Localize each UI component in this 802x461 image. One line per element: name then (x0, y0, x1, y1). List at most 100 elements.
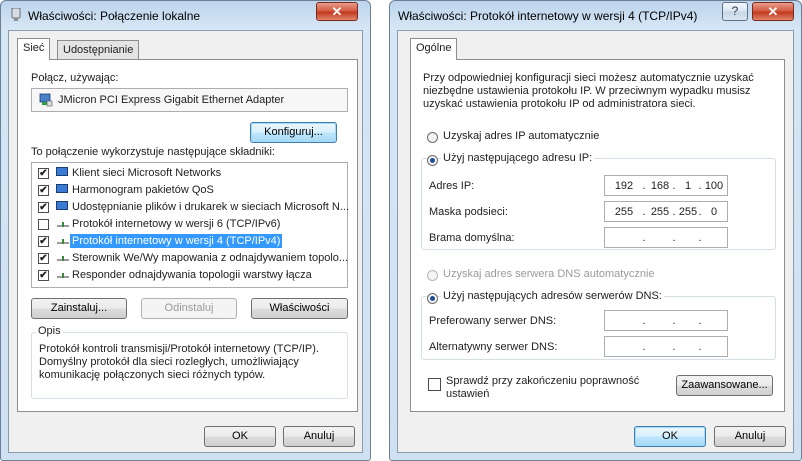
configure-button[interactable]: Konfiguruj... (250, 122, 337, 143)
component-label: Udostępnianie plików i drukarek w siecia… (72, 201, 349, 213)
ip-auto-label: Uzyskaj adres IP automatycznie (443, 130, 600, 142)
ip-octet: 192 (614, 180, 634, 192)
ip-address-input[interactable]: 192 . 168 . 1 . 100 (604, 175, 728, 196)
description-label: Opis (36, 325, 63, 337)
preferred-dns-input[interactable]: . . . (604, 310, 728, 331)
component-label: Klient sieci Microsoft Networks (72, 167, 222, 179)
component-checkbox[interactable]: ✔ (38, 202, 49, 213)
ok-button[interactable]: OK (204, 426, 276, 447)
ip-dot: . (672, 232, 676, 244)
list-item[interactable]: ✔ Harmonogram pakietów QoS (32, 183, 347, 199)
dialog-body: Sieć Udostępnianie Połącz, używając: JMi… (8, 30, 363, 453)
ip-manual-label: Użyj następującego adresu IP: (441, 152, 595, 164)
components-label: To połączenie wykorzystuje następujące s… (31, 146, 275, 158)
validate-settings-checkbox[interactable] (428, 378, 441, 391)
ip-auto-radio[interactable] (427, 132, 438, 143)
ip-octet: 0 (710, 206, 718, 218)
component-label: Harmonogram pakietów QoS (72, 184, 214, 196)
list-item[interactable]: ✔ Udostępnianie plików i drukarek w siec… (32, 200, 349, 216)
validate-settings-label: Sprawdź przy zakończeniu poprawność (446, 375, 640, 387)
component-label: Protokół internetowy w wersji 6 (TCP/IPv… (72, 218, 281, 230)
ip-dot: . (642, 341, 646, 353)
components-list[interactable]: ✔ Klient sieci Microsoft Networks ✔ Harm… (31, 162, 349, 288)
close-button[interactable]: ✕ (752, 2, 794, 21)
protocol-icon (57, 239, 69, 244)
gateway-input[interactable]: . . . (604, 227, 728, 248)
component-checkbox[interactable]: ✔ (38, 168, 49, 179)
ip-dot: . (672, 315, 676, 327)
connect-using-label: Połącz, używając: (31, 72, 119, 84)
help-icon: ? (731, 4, 739, 18)
adapter-name: JMicron PCI Express Gigabit Ethernet Ada… (58, 94, 285, 106)
network-client-icon (56, 167, 68, 176)
subnet-mask-input[interactable]: 255 . 255 . 255 . 0 (604, 201, 728, 222)
qos-scheduler-icon (56, 184, 68, 193)
uninstall-button[interactable]: Odinstaluj (141, 298, 237, 319)
gateway-label: Brama domyślna: (429, 232, 515, 244)
ip-dot: . (672, 341, 676, 353)
ok-button[interactable]: OK (634, 426, 706, 447)
preferred-dns-label: Preferowany serwer DNS: (429, 315, 557, 327)
title-bar[interactable]: Właściwości: Protokół internetowy w wers… (390, 1, 801, 29)
ip-dot: . (642, 315, 646, 327)
list-item[interactable]: ✔ Responder odnajdywania topologii warst… (32, 268, 347, 284)
tab-general[interactable]: Ogólne (410, 38, 458, 60)
dns-auto-label: Uzyskaj adres serwera DNS automatycznie (443, 268, 655, 280)
alternate-dns-label: Alternatywny serwer DNS: (429, 341, 558, 353)
network-adapter-icon (11, 8, 21, 21)
alternate-dns-input[interactable]: . . . (604, 336, 728, 357)
component-checkbox[interactable]: ✔ (38, 253, 49, 264)
title-bar[interactable]: Właściwości: Połączenie lokalne ✕ (1, 1, 370, 29)
dns-manual-radio[interactable] (427, 293, 438, 304)
adapter-field: JMicron PCI Express Gigabit Ethernet Ada… (31, 88, 348, 112)
tab-sharing[interactable]: Udostępnianie (57, 40, 140, 60)
ip-octet: 255 (650, 206, 670, 218)
component-checkbox[interactable]: ✔ (38, 236, 49, 247)
component-label: Protokół internetowy w wersji 4 (TCP/IPv… (70, 234, 283, 248)
component-checkbox[interactable] (38, 219, 49, 230)
advanced-button[interactable]: Zaawansowane... (676, 375, 773, 396)
dialog-body: Ogólne Przy odpowiedniej konfiguracji si… (397, 30, 794, 453)
properties-button[interactable]: Właściwości (251, 298, 348, 319)
protocol-icon (57, 273, 69, 278)
description-line: Domyślny protokół dla sieci rozległych, … (39, 356, 299, 368)
component-label: Sterownik We/Wy mapowania z odnajdywanie… (72, 252, 349, 264)
validate-settings-label: ustawień (446, 388, 490, 400)
ip-address-label: Adres IP: (429, 180, 475, 192)
list-item[interactable]: ✔ Sterownik We/Wy mapowania z odnajdywan… (32, 251, 349, 267)
list-item[interactable]: ✔ Klient sieci Microsoft Networks (32, 166, 347, 182)
help-button[interactable]: ? (722, 2, 748, 21)
intro-line: niezbędne ustawienia protokołu IP. W prz… (423, 85, 751, 97)
tab-network[interactable]: Sieć (17, 38, 51, 60)
close-button[interactable]: ✕ (316, 2, 358, 21)
ip-octet: 168 (650, 180, 670, 192)
component-checkbox[interactable]: ✔ (38, 270, 49, 281)
general-tab-page: Przy odpowiedniej konfiguracji sieci moż… (410, 59, 785, 412)
install-button[interactable]: Zainstaluj... (31, 298, 127, 319)
local-connection-properties-window: Właściwości: Połączenie lokalne ✕ Sieć U… (0, 0, 371, 461)
protocol-icon (57, 256, 69, 261)
window-title: Właściwości: Protokół internetowy w wers… (398, 9, 698, 23)
ip-dot: . (698, 315, 702, 327)
ip-dot: . (642, 232, 646, 244)
subnet-label: Maska podsieci: (429, 206, 508, 218)
close-icon: ✕ (331, 4, 343, 19)
ip-dot: . (698, 232, 702, 244)
protocol-icon (57, 222, 69, 227)
cancel-button[interactable]: Anuluj (283, 426, 355, 447)
ip-manual-radio[interactable] (427, 155, 438, 166)
intro-line: uzyskać ustawienia protokołu IP od admin… (423, 98, 696, 110)
file-sharing-icon (56, 201, 68, 210)
list-item[interactable]: Protokół internetowy w wersji 6 (TCP/IPv… (32, 217, 347, 233)
description-line: komunikację połączonych sieci różnych ty… (39, 369, 266, 381)
component-label: Responder odnajdywania topologii warstwy… (72, 269, 312, 281)
cancel-button[interactable]: Anuluj (714, 426, 786, 447)
component-checkbox[interactable]: ✔ (38, 185, 49, 196)
dns-auto-radio[interactable] (427, 270, 438, 281)
window-title: Właściwości: Połączenie lokalne (28, 9, 201, 23)
ip-octet: 100 (704, 180, 724, 192)
network-adapter-icon (39, 93, 53, 107)
list-item[interactable]: ✔ Protokół internetowy w wersji 4 (TCP/I… (32, 234, 347, 250)
ip-octet: 255 (614, 206, 634, 218)
network-tab-page: Połącz, używając: JMicron PCI Express Gi… (17, 59, 358, 412)
